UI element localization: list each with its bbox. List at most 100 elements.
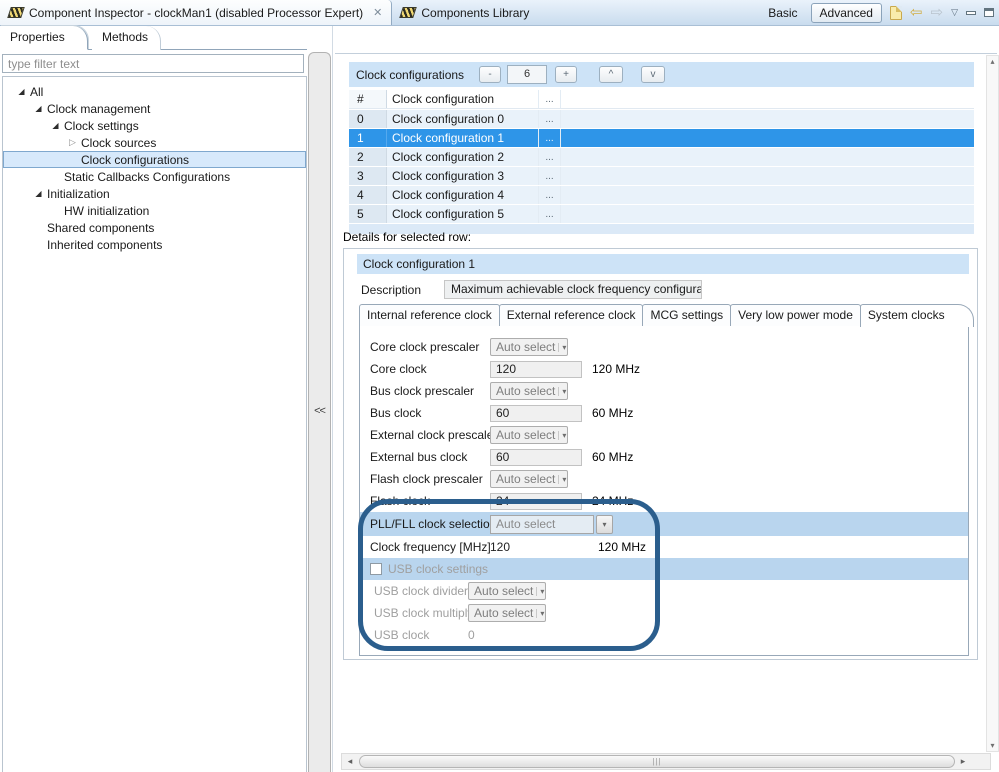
bus-clock-field[interactable]: 60 <box>490 404 582 422</box>
tab-system-clocks[interactable]: System clocks <box>859 304 974 327</box>
config-row-selected[interactable]: 1 Clock configuration 1 ... <box>349 129 974 147</box>
tree-item-clock-sources[interactable]: ▷ Clock sources <box>3 134 306 151</box>
chevron-down-icon: ▾ <box>558 474 566 484</box>
view-menu-icon[interactable]: ▽ <box>951 7 958 18</box>
tree-expander-icon[interactable]: ▷ <box>67 137 78 148</box>
combo-external-clock-prescaler[interactable]: Auto select ▾ <box>490 426 568 444</box>
tree-item-initialization[interactable]: ◢ Initialization <box>3 185 306 202</box>
tab-components-library-label: Components Library <box>421 5 530 20</box>
setting-row: USB clock multiply Auto select ▾ <box>374 604 546 622</box>
tree-item-hw-initialization[interactable]: HW initialization <box>3 202 306 219</box>
row-more-button[interactable]: ... <box>539 148 561 166</box>
tab-properties[interactable]: Properties <box>0 26 88 50</box>
view-toolbar: Basic Advanced ⇦ ⇨ ▽ <box>763 0 994 25</box>
move-down-button[interactable]: v <box>641 66 665 83</box>
chevron-down-icon: ▾ <box>558 430 566 440</box>
config-row[interactable]: 5 Clock configuration 5 ... <box>349 205 974 223</box>
row-more-button[interactable]: ... <box>539 205 561 223</box>
description-label: Description <box>361 282 422 297</box>
column-header-num[interactable]: # <box>349 90 387 108</box>
column-header-more[interactable]: ... <box>539 90 561 108</box>
clock-frequency-value: 120 <box>490 540 511 554</box>
tree-item-inherited-components[interactable]: Inherited components <box>3 236 306 253</box>
tree-item-static-callbacks-configurations[interactable]: Static Callbacks Configurations <box>3 168 306 185</box>
chevron-down-icon[interactable]: ▾ <box>596 514 613 534</box>
scroll-up-icon[interactable]: ▴ <box>987 57 998 66</box>
scrollbar-thumb[interactable]: ||| <box>359 755 955 768</box>
chevron-down-icon: ▾ <box>558 386 566 396</box>
row-more-button[interactable]: ... <box>539 186 561 204</box>
tab-mcg-settings[interactable]: MCG settings <box>642 304 732 326</box>
tab-methods[interactable]: Methods <box>92 26 162 50</box>
panel-splitter[interactable]: << <box>308 52 331 772</box>
config-count-field[interactable]: 6 <box>507 65 547 84</box>
setting-row: External bus clock 60 60 MHz <box>370 448 634 466</box>
tree-item-all[interactable]: ◢ All <box>3 83 306 100</box>
tab-component-inspector-label: Component Inspector - clockMan1 (disable… <box>29 5 364 20</box>
bus-clock-computed: 60 MHz <box>592 406 634 420</box>
setting-row-pll-fll: PLL/FLL clock selection Auto select ▾ <box>360 512 968 536</box>
core-clock-field[interactable]: 120 <box>490 360 582 378</box>
combo-flash-clock-prescaler[interactable]: Auto select ▾ <box>490 470 568 488</box>
scroll-right-icon[interactable]: ▸ <box>955 756 971 767</box>
properties-methods-tabbar: Properties Methods <box>0 26 307 50</box>
config-row[interactable]: 3 Clock configuration 3 ... <box>349 167 974 185</box>
forward-arrow-icon[interactable]: ⇨ <box>931 5 944 20</box>
add-config-button[interactable]: + <box>555 66 577 83</box>
vertical-scrollbar[interactable]: ▴ ▾ <box>986 55 999 752</box>
tab-external-reference-clock[interactable]: External reference clock <box>498 304 644 326</box>
tab-component-inspector[interactable]: Component Inspector - clockMan1 (disable… <box>0 0 393 25</box>
combo-core-clock-prescaler[interactable]: Auto select ▾ <box>490 338 568 356</box>
close-icon[interactable]: ✕ <box>373 6 382 19</box>
tree-expander-icon[interactable]: ◢ <box>33 189 44 198</box>
row-more-button[interactable]: ... <box>539 110 561 128</box>
combo-pll-fll-clock-selection[interactable]: Auto select ▾ <box>490 514 613 534</box>
setting-row: USB clock 0 <box>374 628 475 642</box>
column-header-name[interactable]: Clock configuration <box>387 90 539 108</box>
description-field[interactable]: Maximum achievable clock frequency confi… <box>444 280 702 299</box>
setting-row: Flash clock 24 24 MHz <box>370 492 634 510</box>
basic-button[interactable]: Basic <box>763 4 802 22</box>
tree-item-clock-configurations[interactable]: Clock configurations <box>3 151 306 168</box>
row-more-button[interactable]: ... <box>539 129 561 147</box>
usb-clock-settings-checkbox[interactable] <box>370 563 382 575</box>
minimize-icon[interactable] <box>966 10 976 15</box>
new-configuration-icon[interactable] <box>889 5 902 20</box>
tab-internal-reference-clock[interactable]: Internal reference clock <box>359 304 500 326</box>
selected-config-header: Clock configuration 1 <box>357 254 969 274</box>
config-table: # Clock configuration ... 0 Clock config… <box>349 90 974 234</box>
inspector-content: Clock configurations - 6 + ^ v # Clock c… <box>332 26 999 772</box>
row-more-button[interactable]: ... <box>539 167 561 185</box>
maximize-icon[interactable] <box>984 8 994 17</box>
processor-expert-icon <box>7 7 25 18</box>
tree-item-clock-management[interactable]: ◢ Clock management <box>3 100 306 117</box>
tab-components-library[interactable]: Components Library <box>392 0 538 25</box>
tree-expander-icon[interactable]: ◢ <box>16 87 27 96</box>
horizontal-scrollbar[interactable]: ◂ ||| ▸ <box>341 753 991 770</box>
move-up-button[interactable]: ^ <box>599 66 623 83</box>
details-groupbox: Clock configuration 1 Description Maximu… <box>343 248 978 660</box>
config-row[interactable]: 4 Clock configuration 4 ... <box>349 186 974 204</box>
tree-expander-icon[interactable]: ◢ <box>50 121 61 130</box>
advanced-button[interactable]: Advanced <box>810 2 882 23</box>
usb-clock-value: 0 <box>468 628 475 642</box>
combo-usb-clock-multiply[interactable]: Auto select ▾ <box>468 604 546 622</box>
combo-bus-clock-prescaler[interactable]: Auto select ▾ <box>490 382 568 400</box>
config-row[interactable]: 0 Clock configuration 0 ... <box>349 110 974 128</box>
collapse-left-button[interactable]: << <box>311 405 328 417</box>
combo-usb-clock-divider[interactable]: Auto select ▾ <box>468 582 546 600</box>
config-row[interactable]: 2 Clock configuration 2 ... <box>349 148 974 166</box>
core-clock-computed: 120 MHz <box>592 362 641 376</box>
setting-row: USB clock divider Auto select ▾ <box>374 582 546 600</box>
flash-clock-field[interactable]: 24 <box>490 492 582 510</box>
external-bus-clock-field[interactable]: 60 <box>490 448 582 466</box>
scroll-down-icon[interactable]: ▾ <box>987 741 998 750</box>
tree-item-clock-settings[interactable]: ◢ Clock settings <box>3 117 306 134</box>
back-arrow-icon[interactable]: ⇦ <box>910 5 923 20</box>
filter-input[interactable] <box>2 54 304 73</box>
tree-expander-icon[interactable]: ◢ <box>33 104 44 113</box>
tab-very-low-power-mode[interactable]: Very low power mode <box>730 304 861 326</box>
remove-config-button[interactable]: - <box>479 66 501 83</box>
tree-item-shared-components[interactable]: Shared components <box>3 219 306 236</box>
scroll-left-icon[interactable]: ◂ <box>342 756 358 767</box>
